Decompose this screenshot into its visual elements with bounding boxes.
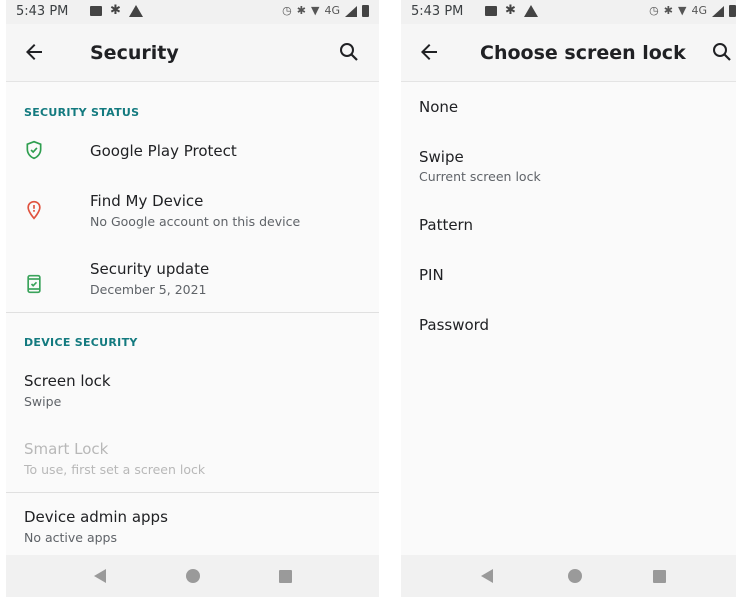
settings-list: SECURITY STATUS Google Play Protect Find… (6, 82, 379, 557)
item-subtitle: To use, first set a screen lock (24, 462, 206, 477)
warning-notification-icon (128, 5, 143, 17)
nav-home-icon[interactable] (186, 569, 200, 583)
search-icon[interactable] (337, 40, 361, 64)
item-title: Device admin apps (24, 508, 168, 526)
gallery-notification-icon (90, 6, 102, 16)
network-type-label: 4G (324, 4, 340, 17)
option-label: Pattern (419, 216, 473, 234)
find-my-device-item[interactable]: Find My Device No Google account on this… (6, 184, 379, 246)
lock-option-pattern[interactable]: Pattern (401, 206, 736, 246)
alarm-icon: ◷ (282, 4, 292, 17)
screen-lock-item[interactable]: Screen lock Swipe (6, 364, 379, 420)
item-subtitle: December 5, 2021 (90, 282, 207, 297)
alarm-icon: ◷ (649, 4, 659, 17)
back-arrow-icon[interactable] (22, 40, 46, 64)
option-subtitle: Current screen lock (419, 169, 541, 184)
battery-icon (362, 5, 369, 17)
phone-check-icon (27, 274, 41, 294)
option-label: Swipe (419, 148, 464, 166)
status-time: 5:43 PM (16, 4, 69, 19)
status-bar: 5:43 PM ✱ ◷ ✱ ▼ 4G (401, 0, 736, 24)
battery-icon (729, 5, 736, 17)
nav-recents-icon[interactable] (279, 570, 292, 583)
item-title: Smart Lock (24, 440, 109, 458)
nav-recents-icon[interactable] (653, 570, 666, 583)
item-title: Security update (90, 260, 210, 278)
signal-icon (712, 5, 724, 17)
network-type-label: 4G (691, 4, 707, 17)
nav-back-icon[interactable] (481, 569, 493, 583)
item-subtitle: No Google account on this device (90, 214, 301, 229)
settings-notification-icon: ✱ (505, 3, 516, 18)
lock-option-none[interactable]: None (401, 88, 736, 128)
option-label: None (419, 98, 459, 116)
wifi-icon: ▼ (311, 4, 320, 17)
item-title: Find My Device (90, 192, 204, 210)
option-label: Password (419, 316, 490, 334)
page-title: Security (90, 42, 179, 64)
google-play-protect-item[interactable]: Google Play Protect (6, 128, 379, 176)
back-arrow-icon[interactable] (417, 40, 441, 64)
nav-home-icon[interactable] (568, 569, 582, 583)
navigation-bar (6, 555, 379, 597)
item-title: Google Play Protect (90, 142, 237, 160)
signal-icon (345, 5, 357, 17)
status-bar: 5:43 PM ✱ ◷ ✱ ▼ 4G (6, 0, 379, 24)
item-title: Screen lock (24, 372, 111, 390)
nav-back-icon[interactable] (94, 569, 106, 583)
section-divider (6, 492, 379, 493)
navigation-bar (401, 555, 736, 597)
settings-notification-icon: ✱ (110, 3, 121, 18)
lock-option-password[interactable]: Password (401, 306, 736, 346)
section-header-device-security: DEVICE SECURITY (24, 336, 138, 349)
screen-lock-options: None Swipe Current screen lock Pattern P… (401, 82, 736, 555)
page-title: Choose screen lock (480, 42, 686, 64)
bluetooth-icon: ✱ (296, 4, 306, 17)
wifi-icon: ▼ (678, 4, 687, 17)
search-icon[interactable] (710, 40, 734, 64)
device-admin-apps-item[interactable]: Device admin apps No active apps (6, 500, 379, 556)
item-subtitle: Swipe (24, 394, 62, 409)
option-label: PIN (419, 266, 444, 284)
section-header-security-status: SECURITY STATUS (24, 106, 140, 119)
shield-check-icon (26, 140, 42, 160)
lock-option-swipe[interactable]: Swipe Current screen lock (401, 140, 736, 188)
choose-screen-lock-screen: 5:43 PM ✱ ◷ ✱ ▼ 4G Choose screen lock No… (401, 0, 736, 597)
app-bar: Security (6, 24, 379, 82)
location-alert-icon (27, 200, 41, 220)
warning-notification-icon (523, 5, 538, 17)
gallery-notification-icon (485, 6, 497, 16)
security-update-item[interactable]: Security update December 5, 2021 (6, 252, 379, 314)
smart-lock-item: Smart Lock To use, first set a screen lo… (6, 432, 379, 488)
bluetooth-icon: ✱ (663, 4, 673, 17)
item-subtitle: No active apps (24, 530, 117, 545)
section-divider (6, 312, 379, 313)
status-time: 5:43 PM (411, 4, 464, 19)
app-bar: Choose screen lock (401, 24, 736, 82)
security-screen: 5:43 PM ✱ ◷ ✱ ▼ 4G Security SECURITY STA… (6, 0, 379, 597)
lock-option-pin[interactable]: PIN (401, 256, 736, 296)
